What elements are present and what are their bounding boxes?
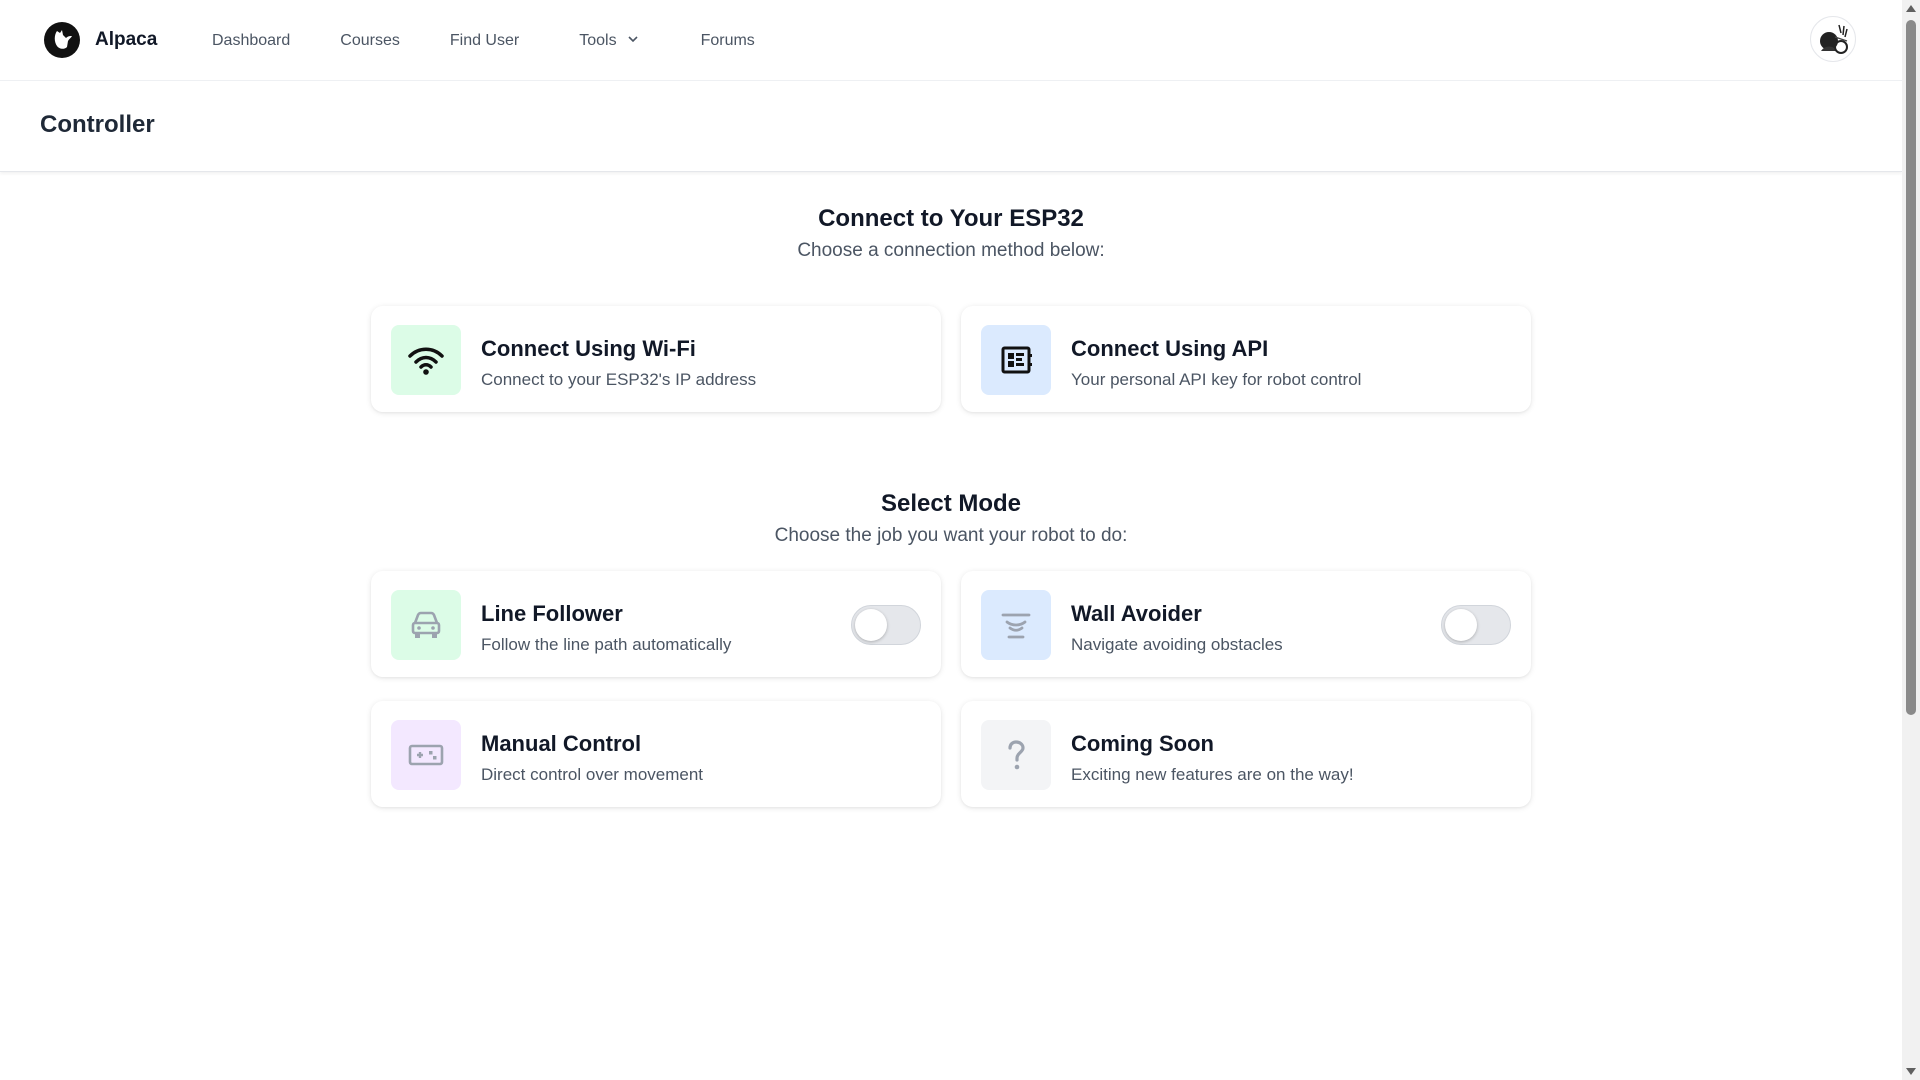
sensor-icon <box>981 590 1051 660</box>
app-root: Alpaca Dashboard Courses Find User Tools… <box>0 0 1902 1080</box>
card-description: Your personal API key for robot control <box>1071 370 1362 389</box>
line-follower-toggle[interactable] <box>851 605 921 645</box>
scroll-down-arrow-icon[interactable] <box>1906 1068 1916 1075</box>
brand[interactable]: Alpaca <box>44 22 157 58</box>
nav-link-dashboard[interactable]: Dashboard <box>212 32 290 50</box>
vertical-scrollbar[interactable] <box>1902 0 1920 1080</box>
toggle-knob <box>855 609 887 641</box>
mode-manual-control-card[interactable]: Manual Control Direct control over movem… <box>371 701 941 807</box>
connect-api-card[interactable]: Connect Using API Your personal API key … <box>961 306 1531 412</box>
card-title: Connect Using Wi-Fi <box>481 336 696 361</box>
mode-section-subtitle: Choose the job you want your robot to do… <box>774 525 1128 546</box>
main-nav: Dashboard Courses Find User Tools Forums <box>212 0 805 81</box>
page-title: Controller <box>40 111 155 138</box>
connect-section-subtitle: Choose a connection method below: <box>797 240 1105 261</box>
card-title: Line Follower <box>481 601 623 626</box>
card-title: Wall Avoider <box>1071 601 1202 626</box>
card-title: Connect Using API <box>1071 336 1269 361</box>
card-title: Manual Control <box>481 731 642 756</box>
card-description: Connect to your ESP32's IP address <box>481 370 757 389</box>
wifi-icon <box>391 325 461 395</box>
car-icon <box>391 590 461 660</box>
top-navbar: Alpaca Dashboard Courses Find User Tools… <box>0 0 1902 81</box>
connect-wifi-card[interactable]: Connect Using Wi-Fi Connect to your ESP3… <box>371 306 941 412</box>
card-description: Direct control over movement <box>481 765 704 784</box>
nav-link-forums[interactable]: Forums <box>701 32 755 50</box>
chevron-down-icon <box>627 32 639 50</box>
mode-line-follower-card[interactable]: Line Follower Follow the line path autom… <box>371 571 941 677</box>
nav-link-tools-label: Tools <box>579 31 617 49</box>
question-icon <box>981 720 1051 790</box>
mode-coming-soon-card[interactable]: Coming Soon Exciting new features are on… <box>961 701 1531 807</box>
nav-link-tools[interactable]: Tools <box>579 32 638 50</box>
card-description: Exciting new features are on the way! <box>1071 765 1354 784</box>
card-description: Follow the line path automatically <box>481 635 732 654</box>
wall-avoider-toggle[interactable] <box>1441 605 1511 645</box>
toggle-knob <box>1445 609 1477 641</box>
card-description: Navigate avoiding obstacles <box>1071 635 1283 654</box>
nav-link-find-user[interactable]: Find User <box>450 32 519 50</box>
mode-wall-avoider-card[interactable]: Wall Avoider Navigate avoiding obstacles <box>961 571 1531 677</box>
page-header: Controller <box>0 81 1902 172</box>
gamepad-icon <box>391 720 461 790</box>
api-chip-icon <box>981 325 1051 395</box>
card-title: Coming Soon <box>1071 731 1214 756</box>
user-avatar[interactable] <box>1810 16 1856 62</box>
scroll-up-arrow-icon[interactable] <box>1906 5 1916 12</box>
scrollbar-thumb[interactable] <box>1906 20 1916 715</box>
brand-name: Alpaca <box>95 29 158 50</box>
connect-section-title: Connect to Your ESP32 <box>818 205 1084 232</box>
mode-section-title: Select Mode <box>880 490 1022 517</box>
alpaca-logo-icon <box>44 22 80 58</box>
nav-link-courses[interactable]: Courses <box>340 32 400 50</box>
